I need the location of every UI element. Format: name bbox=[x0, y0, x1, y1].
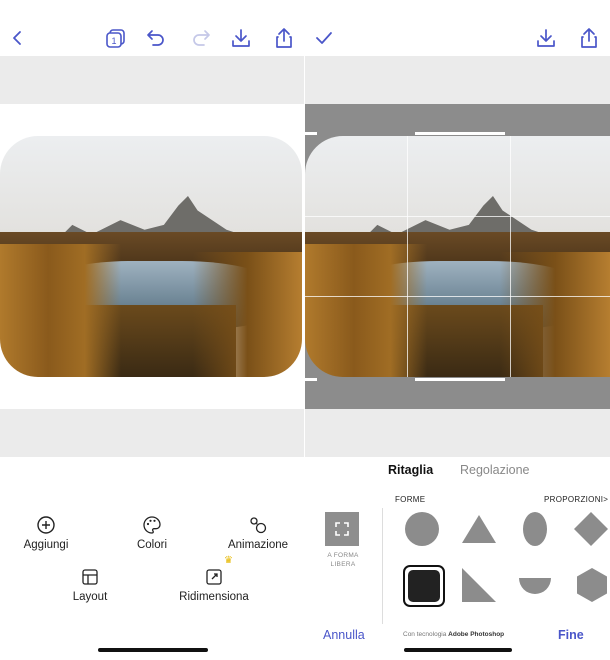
resize-icon bbox=[206, 569, 222, 585]
home-indicator bbox=[404, 648, 512, 652]
back-chevron-icon[interactable] bbox=[6, 26, 30, 50]
shape-half-circle[interactable] bbox=[518, 577, 552, 595]
premium-crown-icon: ♛ bbox=[224, 555, 233, 566]
share-icon[interactable] bbox=[272, 26, 296, 50]
crop-grid-line bbox=[305, 296, 610, 297]
animation-icon bbox=[250, 517, 267, 534]
top-toolbar: 1 bbox=[0, 0, 304, 56]
layers-count: 1 bbox=[111, 36, 116, 46]
half-circle-shape-icon bbox=[519, 578, 551, 594]
layout-icon bbox=[82, 569, 98, 585]
circle-shape-icon bbox=[405, 512, 439, 546]
tool-add-label: Aggiungi bbox=[23, 539, 69, 551]
shape-triangle[interactable] bbox=[461, 514, 497, 544]
crop-pane: Ritaglia Regolazione FORME PROPORZIONI> … bbox=[305, 0, 610, 660]
photo-crop-preview[interactable] bbox=[305, 136, 610, 377]
add-circle-icon bbox=[37, 516, 55, 534]
checkmark-icon[interactable] bbox=[312, 26, 336, 50]
shape-circle[interactable] bbox=[404, 511, 440, 547]
tool-layout[interactable]: Layout bbox=[35, 567, 145, 603]
crop-grid-line bbox=[407, 136, 408, 377]
ellipse-shape-icon bbox=[523, 512, 547, 546]
tool-animation-label: Animazione bbox=[227, 539, 289, 551]
crop-handle-bottom[interactable] bbox=[415, 378, 505, 381]
tab-crop[interactable]: Ritaglia bbox=[388, 463, 433, 477]
photo-mountain-lake[interactable] bbox=[0, 136, 302, 377]
shape-rounded-square[interactable] bbox=[403, 565, 445, 607]
shape-hexagon[interactable] bbox=[576, 567, 608, 603]
tool-animation[interactable]: Animazione bbox=[203, 515, 304, 551]
right-triangle-shape-icon bbox=[462, 568, 496, 602]
palette-icon bbox=[143, 516, 161, 534]
tool-colors-label: Colori bbox=[136, 539, 168, 551]
crop-margin-top bbox=[305, 56, 610, 104]
home-indicator bbox=[98, 648, 208, 652]
shape-right-triangle[interactable] bbox=[461, 567, 497, 603]
crop-area bbox=[305, 104, 610, 409]
download-icon[interactable] bbox=[229, 26, 253, 50]
share-icon[interactable] bbox=[577, 26, 601, 50]
tab-adjust[interactable]: Regolazione bbox=[460, 463, 530, 477]
done-button[interactable]: Fine bbox=[558, 628, 584, 642]
panel-divider bbox=[382, 508, 383, 624]
powered-prefix: Con tecnologia bbox=[403, 631, 449, 638]
crop-handle-top-left[interactable] bbox=[305, 132, 317, 135]
free-form-label: A FORMA LIBERA bbox=[327, 552, 359, 568]
canvas bbox=[0, 104, 304, 409]
crop-tabs: Ritaglia Regolazione bbox=[305, 463, 610, 483]
undo-icon[interactable] bbox=[144, 26, 168, 50]
crop-grid-line bbox=[510, 136, 511, 377]
cancel-button[interactable]: Annulla bbox=[323, 628, 365, 642]
canvas-margin-top bbox=[0, 56, 304, 104]
shape-diamond[interactable] bbox=[573, 511, 609, 547]
redo-icon[interactable] bbox=[189, 26, 213, 50]
proportions-link[interactable]: PROPORZIONI> bbox=[544, 495, 608, 504]
tool-layout-label: Layout bbox=[72, 591, 108, 603]
shapes-section-label: FORME bbox=[395, 495, 426, 504]
tool-resize-label: Ridimensiona bbox=[179, 591, 249, 603]
editor-pane: 1 Aggiungi Colori Animazione Layout Ridi… bbox=[0, 0, 304, 660]
free-form-button[interactable] bbox=[325, 512, 359, 546]
crop-margin-bottom bbox=[305, 409, 610, 457]
tool-add[interactable]: Aggiungi bbox=[0, 515, 101, 551]
crop-top-toolbar bbox=[305, 0, 610, 56]
tool-colors[interactable]: Colori bbox=[97, 515, 207, 551]
canvas-margin-bottom bbox=[0, 409, 304, 457]
tool-resize[interactable]: Ridimensiona bbox=[159, 567, 269, 603]
rounded-square-shape-icon bbox=[408, 570, 440, 602]
free-crop-icon bbox=[335, 522, 349, 536]
crop-handle-top[interactable] bbox=[415, 132, 505, 135]
hexagon-shape-icon bbox=[577, 568, 607, 602]
powered-brand: Adobe Photoshop bbox=[448, 631, 505, 638]
crop-grid-line bbox=[305, 216, 610, 217]
triangle-shape-icon bbox=[462, 515, 496, 543]
powered-by-text: Con tecnologia Adobe Photoshop bbox=[403, 631, 504, 638]
crop-handle-bottom-left[interactable] bbox=[305, 378, 317, 381]
layers-count-icon[interactable]: 1 bbox=[104, 26, 128, 50]
shape-ellipse[interactable] bbox=[522, 511, 548, 547]
diamond-shape-icon bbox=[574, 512, 608, 546]
download-icon[interactable] bbox=[534, 26, 558, 50]
